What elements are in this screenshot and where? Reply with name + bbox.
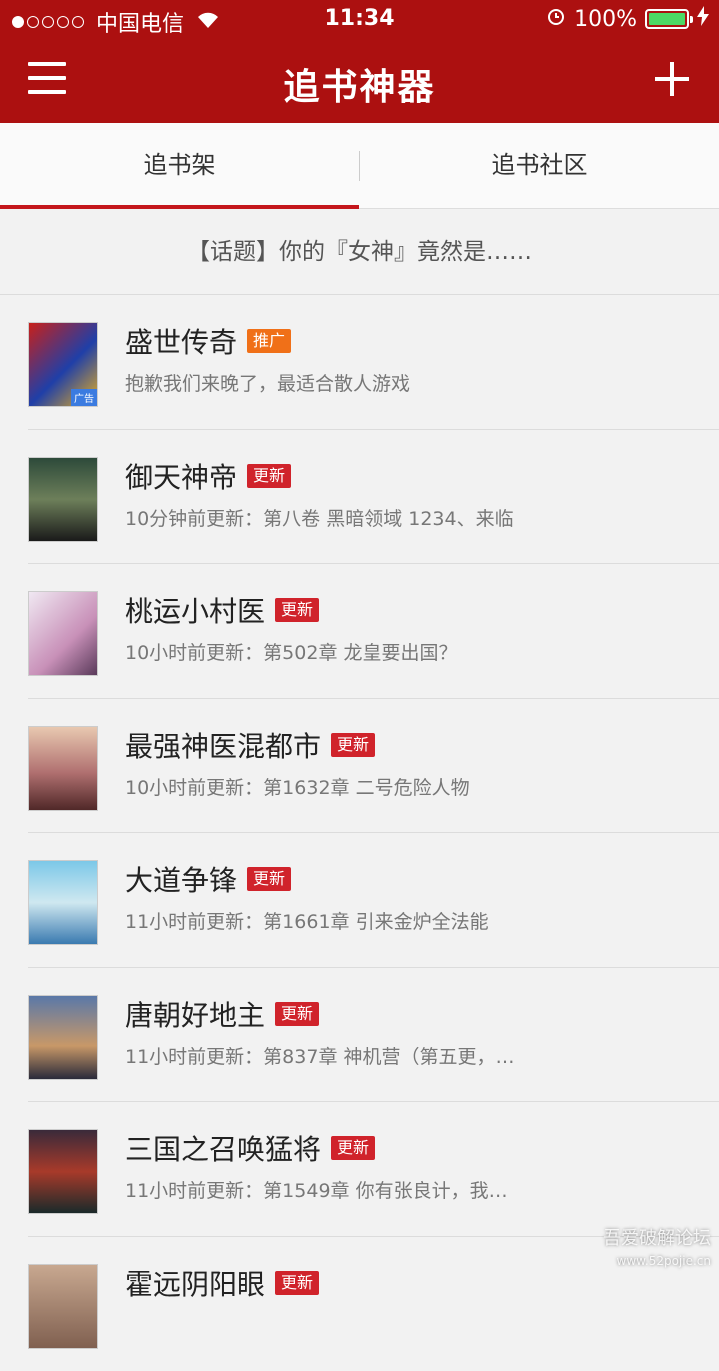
book-cover [28,995,98,1080]
book-title: 唐朝好地主 [125,994,265,1034]
list-item[interactable]: 广告 盛世传奇 推广 抱歉我们来晚了，最适合散人游戏 [0,295,719,430]
add-icon[interactable] [655,62,689,96]
book-title: 盛世传奇 [125,321,237,361]
book-cover [28,591,98,676]
book-list: 广告 盛世传奇 推广 抱歉我们来晚了，最适合散人游戏 御天神帝 更新 10分钟前… [0,295,719,1371]
battery-percent: 100% [574,7,637,32]
book-cover [28,860,98,945]
book-desc: 抱歉我们来晚了，最适合散人游戏 [125,369,565,396]
book-desc: 11小时前更新：第837章 神机营（第五更，… [125,1042,565,1069]
list-item[interactable]: 最强神医混都市 更新 10小时前更新：第1632章 二号危险人物 [0,699,719,834]
watermark-title: 吾爱破解论坛 [603,1228,711,1250]
book-title: 大道争锋 [125,859,237,899]
list-item[interactable]: 桃运小村医 更新 10小时前更新：第502章 龙皇要出国？ [0,564,719,699]
book-cover [28,457,98,542]
list-item[interactable]: 大道争锋 更新 11小时前更新：第1661章 引来金炉全法能 [0,833,719,968]
promo-badge: 推广 [247,329,291,353]
watermark-url: www.52pojie.cn [603,1250,711,1272]
book-desc: 10分钟前更新：第八卷 黑暗领域 1234、来临 [125,504,565,531]
book-title: 霍远阴阳眼 [125,1263,265,1303]
book-title: 最强神医混都市 [125,725,321,765]
status-bar: 中国电信 11:34 100% [0,0,719,40]
status-right: 100% [546,6,709,32]
book-cover: 广告 [28,322,98,407]
book-desc: 10小时前更新：第502章 龙皇要出国？ [125,638,565,665]
charging-icon [697,6,709,32]
update-badge: 更新 [331,733,375,757]
book-title: 桃运小村医 [125,590,265,630]
nav-bar: 追书神器 [0,40,719,123]
book-desc: 10小时前更新：第1632章 二号危险人物 [125,773,565,800]
update-badge: 更新 [275,598,319,622]
list-item[interactable]: 御天神帝 更新 10分钟前更新：第八卷 黑暗领域 1234、来临 [0,430,719,565]
topic-banner[interactable]: 【话题】你的『女神』竟然是…… [0,209,719,295]
update-badge: 更新 [247,464,291,488]
alarm-icon [546,6,566,32]
book-cover [28,1129,98,1214]
book-desc: 11小时前更新：第1549章 你有张良计，我… [125,1176,565,1203]
update-badge: 更新 [247,867,291,891]
update-badge: 更新 [331,1136,375,1160]
tab-bar: 追书架 追书社区 [0,123,719,209]
ad-label: 广告 [71,389,97,406]
book-title: 三国之召唤猛将 [125,1128,321,1168]
book-desc: 11小时前更新：第1661章 引来金炉全法能 [125,907,565,934]
book-cover [28,1264,98,1349]
list-item[interactable]: 三国之召唤猛将 更新 11小时前更新：第1549章 你有张良计，我… [0,1102,719,1237]
book-cover [28,726,98,811]
tab-community[interactable]: 追书社区 [360,123,719,209]
update-badge: 更新 [275,1271,319,1295]
watermark: 吾爱破解论坛 www.52pojie.cn [603,1228,711,1272]
list-item[interactable]: 唐朝好地主 更新 11小时前更新：第837章 神机营（第五更，… [0,968,719,1103]
top-bar: 中国电信 11:34 100% 追书神器 [0,0,719,123]
battery-icon [645,9,689,29]
tab-bookshelf[interactable]: 追书架 [0,123,359,209]
app-title: 追书神器 [0,58,719,110]
book-title: 御天神帝 [125,456,237,496]
update-badge: 更新 [275,1002,319,1026]
